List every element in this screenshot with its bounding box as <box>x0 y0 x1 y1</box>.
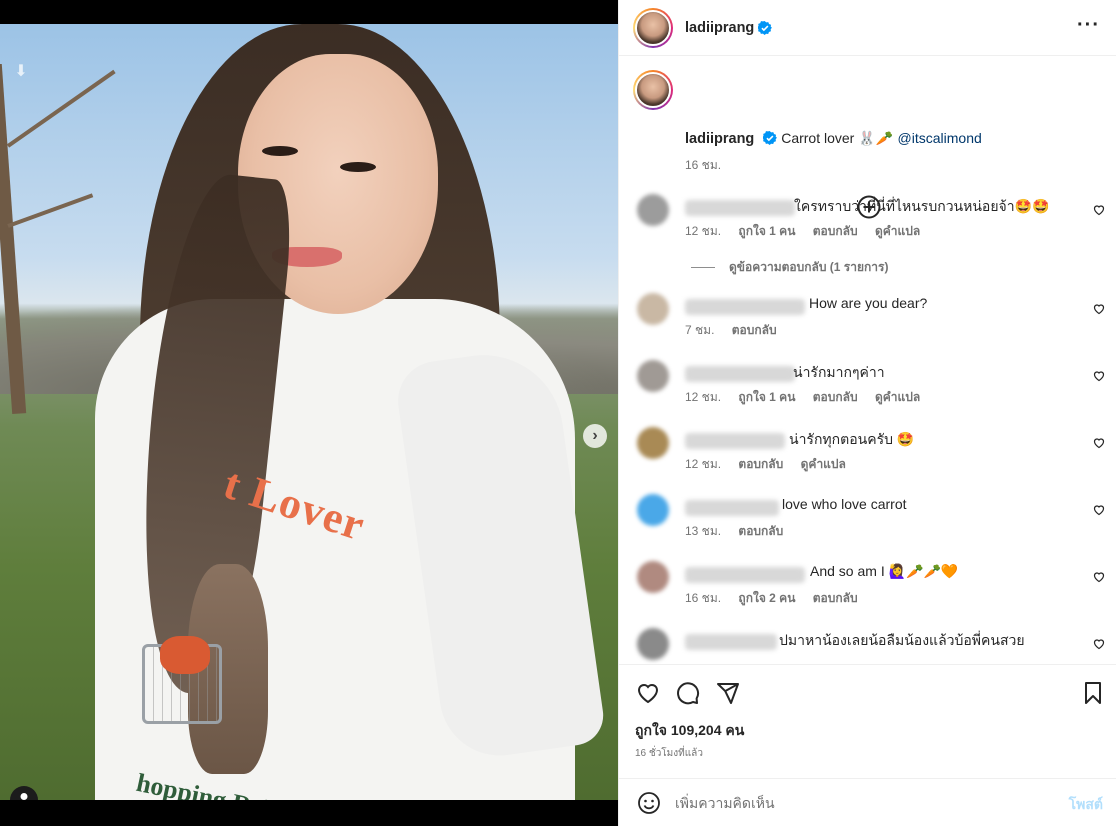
comment-avatar[interactable] <box>637 293 669 325</box>
avatar[interactable] <box>633 7 673 48</box>
comment-input[interactable] <box>675 793 1035 813</box>
heart-icon[interactable] <box>1093 303 1105 315</box>
comment-meta: 13 ชม. ตอบกลับ <box>685 522 797 541</box>
post-sidebar: ladiiprang ··· ladiiprang Carrot lover 🐰… <box>618 0 1116 826</box>
comment-time: 12 ชม. <box>685 224 722 238</box>
comment-meta: 16 ชม. ถูกใจ 2 คน ตอบกลับ <box>685 589 872 608</box>
translate-button[interactable]: ดูคำแปล <box>801 457 846 471</box>
comment-icon[interactable] <box>676 681 700 705</box>
caption-line: ladiiprang Carrot lover 🐰🥕 @itscalimond <box>685 130 982 148</box>
comment-text: ใครทราบว่าที่นี่ที่ไหนรบกวนหน่อยจ้า🤩🤩 <box>794 198 1050 214</box>
comment-text: ปมาหาน้องเลยน้อลืมน้องแล้วบ้อพี่คนสวย <box>779 632 1025 648</box>
view-replies-button[interactable]: ดูข้อความตอบกลับ (1 รายการ) <box>691 258 888 277</box>
comment-meta: 7 ชม. ตอบกลับ <box>685 321 791 340</box>
comment-meta: 12 ชม. ถูกใจ 1 คน ตอบกลับ ดูคำแปล <box>685 222 934 241</box>
comment-username-blurred[interactable] <box>685 500 779 516</box>
comment-likes[interactable]: ถูกใจ 1 คน <box>738 390 795 404</box>
reply-button[interactable]: ตอบกลับ <box>813 591 858 605</box>
heart-icon[interactable] <box>1093 437 1105 449</box>
heart-icon[interactable] <box>1093 370 1105 382</box>
comment-text: love who love carrot <box>782 496 907 512</box>
comment-username-blurred[interactable] <box>685 299 805 315</box>
heart-icon[interactable] <box>1093 504 1105 516</box>
comment-time: 13 ชม. <box>685 524 722 538</box>
comment-username-blurred[interactable] <box>685 366 795 382</box>
comment-username-blurred[interactable] <box>685 634 777 650</box>
caption-mention[interactable]: @itscalimond <box>898 130 982 146</box>
reply-button[interactable]: ตอบกลับ <box>738 457 783 471</box>
comment-text: น่ารักมากๆค่าา <box>793 364 885 380</box>
comment-meta: 12 ชม. ถูกใจ 1 คน ตอบกลับ ดูคำแปล <box>685 388 934 407</box>
add-comment-bar: โพสต์ <box>619 778 1116 826</box>
reply-button[interactable]: ตอบกลับ <box>813 390 858 404</box>
download-icon[interactable]: ⬇ <box>9 60 33 84</box>
comment-avatar[interactable] <box>637 494 669 526</box>
likes-count[interactable]: ถูกใจ 109,204 คน <box>635 720 744 742</box>
comment-avatar[interactable] <box>637 194 669 226</box>
comment-likes[interactable]: ถูกใจ 1 คน <box>738 224 795 238</box>
post-time-ago: 16 ชั่วโมงที่แล้ว <box>635 748 703 759</box>
comment-time: 7 ชม. <box>685 323 715 337</box>
comment-username-blurred[interactable] <box>685 200 795 216</box>
reply-button[interactable]: ตอบกลับ <box>738 524 783 538</box>
comment-text: And so am I 🙋‍♀️🥕🥕🧡 <box>810 563 959 579</box>
comment-avatar[interactable] <box>637 427 669 459</box>
comment-username-blurred[interactable] <box>685 433 785 449</box>
heart-icon[interactable] <box>1093 571 1105 583</box>
post-header: ladiiprang ··· <box>619 0 1116 56</box>
verified-icon <box>762 131 777 145</box>
caption-text: Carrot lover 🐰🥕 <box>781 130 894 146</box>
heart-icon[interactable] <box>1093 204 1105 216</box>
comment-text: How are you dear? <box>809 295 928 311</box>
post-comment-button[interactable]: โพสต์ <box>1069 794 1103 816</box>
comment-username-blurred[interactable] <box>685 567 805 583</box>
reply-button[interactable]: ตอบกลับ <box>813 224 858 238</box>
comment-text: น่ารักทุกตอนครับ 🤩 <box>789 431 915 447</box>
comment-time: 12 ชม. <box>685 457 722 471</box>
comment-time: 12 ชม. <box>685 390 722 404</box>
eye <box>262 146 298 156</box>
comment-avatar[interactable] <box>637 628 669 660</box>
next-arrow-icon[interactable]: › <box>583 424 607 448</box>
carrot-print <box>160 636 210 674</box>
translate-button[interactable]: ดูคำแปล <box>875 224 920 238</box>
user-tag-icon[interactable] <box>10 786 38 800</box>
share-icon[interactable] <box>716 681 740 705</box>
reply-button[interactable]: ตอบกลับ <box>732 323 777 337</box>
comment-avatar[interactable] <box>637 561 669 593</box>
comments-list[interactable]: ใครทราบว่าที่นี่ที่ไหนรบกวนหน่อยจ้า🤩🤩 12… <box>619 182 1116 664</box>
post-actions: ถูกใจ 109,204 คน 16 ชั่วโมงที่แล้ว <box>619 664 1116 790</box>
bookmark-icon[interactable] <box>1081 681 1105 705</box>
comment-avatar[interactable] <box>637 360 669 392</box>
comment-likes[interactable]: ถูกใจ 2 คน <box>738 591 795 605</box>
eye <box>340 162 376 172</box>
caption-time: 16 ชม. <box>685 158 722 172</box>
comment-meta: 12 ชม. ตอบกลับ ดูคำแปล <box>685 455 860 474</box>
caption-username[interactable]: ladiiprang <box>685 131 754 147</box>
emoji-icon[interactable] <box>637 791 661 815</box>
verified-icon <box>758 20 773 35</box>
translate-button[interactable]: ดูคำแปล <box>875 390 920 404</box>
header-username[interactable]: ladiiprang <box>685 20 754 36</box>
caption-avatar[interactable] <box>633 70 673 110</box>
heart-icon[interactable] <box>1093 638 1105 650</box>
post-photo[interactable]: t Lover hopping Rabb ⬇ › <box>0 24 618 800</box>
caption: ladiiprang Carrot lover 🐰🥕 @itscalimond … <box>619 56 1116 219</box>
more-icon[interactable]: ··· <box>1077 14 1100 37</box>
post-modal: t Lover hopping Rabb ⬇ › ladiiprang ··· … <box>0 0 1116 826</box>
heart-icon[interactable] <box>636 681 660 705</box>
comment-time: 16 ชม. <box>685 591 722 605</box>
tree-branch <box>7 193 94 228</box>
